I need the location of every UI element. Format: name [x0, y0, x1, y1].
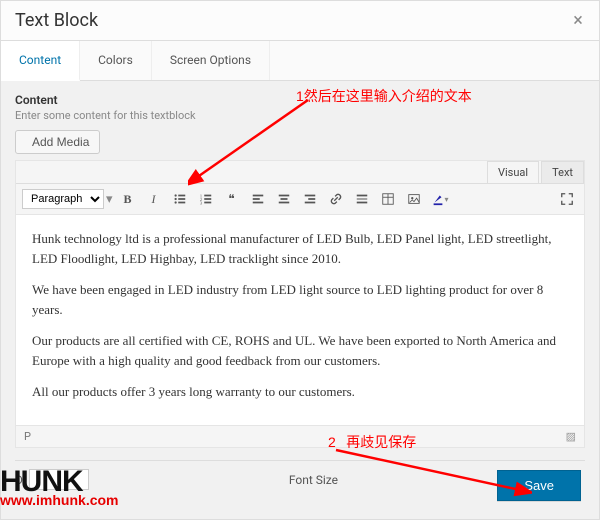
brand-url: www.imhunk.com: [0, 492, 119, 508]
tab-colors[interactable]: Colors: [80, 41, 152, 80]
section-subtitle: Enter some content for this textblock: [15, 109, 585, 122]
add-media-button[interactable]: Add Media: [15, 130, 100, 154]
text-block-modal: Text Block × Content Colors Screen Optio…: [0, 0, 600, 520]
modal-title: Text Block: [15, 10, 98, 31]
paragraph: Our products are all certified with CE, …: [32, 331, 568, 370]
numbered-list-button[interactable]: 123: [195, 188, 217, 210]
rich-text-editor: Visual Text Paragraph ▾ B I 123 ❝: [15, 160, 585, 448]
resize-handle-icon[interactable]: ▨: [566, 430, 576, 443]
modal-titlebar: Text Block ×: [1, 1, 599, 41]
bold-button[interactable]: B: [117, 188, 139, 210]
caret-down-icon: ▾: [106, 192, 113, 207]
save-button[interactable]: Save: [497, 470, 581, 501]
modal-body: Content Enter some content for this text…: [1, 81, 599, 510]
format-select[interactable]: Paragraph: [22, 189, 104, 209]
editor-content[interactable]: Hunk technology ltd is a professional ma…: [16, 215, 584, 425]
editor-status-bar: P ▨: [16, 425, 584, 447]
blockquote-button[interactable]: ❝: [221, 188, 243, 210]
section-heading: Content: [15, 93, 585, 107]
tab-screen-options[interactable]: Screen Options: [152, 41, 270, 80]
visual-tab[interactable]: Visual: [487, 161, 539, 183]
align-left-button[interactable]: [247, 188, 269, 210]
add-media-label: Add Media: [32, 135, 89, 149]
close-icon[interactable]: ×: [567, 9, 589, 31]
insert-image-button[interactable]: [403, 188, 425, 210]
align-center-button[interactable]: [273, 188, 295, 210]
brand-logo: HUNK: [0, 470, 119, 494]
align-right-button[interactable]: [299, 188, 321, 210]
editor-mode-tabs: Visual Text: [16, 161, 584, 184]
paragraph: We have been engaged in LED industry fro…: [32, 280, 568, 319]
link-button[interactable]: [325, 188, 347, 210]
table-button[interactable]: [377, 188, 399, 210]
paragraph: All our products offer 3 years long warr…: [32, 382, 568, 402]
fullscreen-button[interactable]: [556, 188, 578, 210]
settings-tabs: Content Colors Screen Options: [1, 41, 599, 81]
watermark: HUNK www.imhunk.com: [0, 470, 119, 508]
bullet-list-button[interactable]: [169, 188, 191, 210]
tab-content[interactable]: Content: [1, 41, 80, 81]
italic-button[interactable]: I: [143, 188, 165, 210]
font-size-label: Font Size: [289, 473, 338, 487]
paragraph: Hunk technology ltd is a professional ma…: [32, 229, 568, 268]
svg-text:3: 3: [199, 200, 202, 205]
text-tab[interactable]: Text: [541, 161, 584, 183]
element-path: P: [24, 430, 31, 443]
color-button[interactable]: ▾: [429, 188, 451, 210]
insert-more-button[interactable]: [351, 188, 373, 210]
paragraph: ........: [32, 414, 568, 426]
editor-toolbar: Paragraph ▾ B I 123 ❝ ▾: [16, 184, 584, 215]
